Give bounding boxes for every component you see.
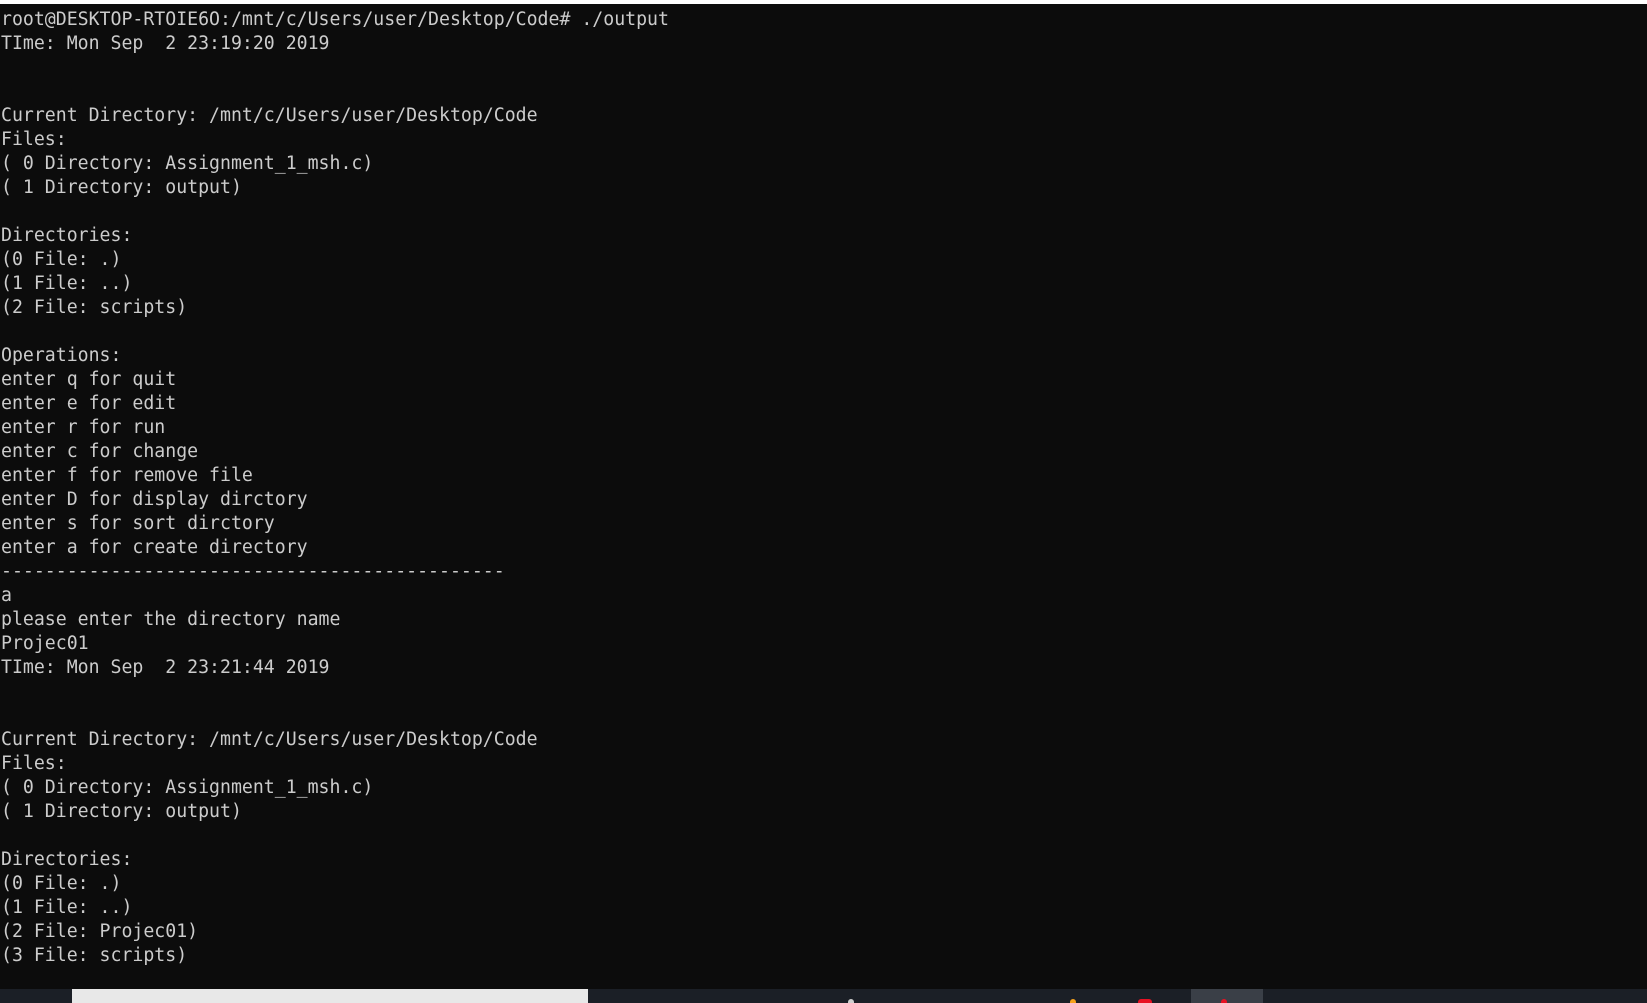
file-entry: ( 0 Directory: Assignment_1_msh.c) [1,777,374,798]
taskbar-app-icon[interactable] [848,999,854,1003]
user-input-line: a [1,585,12,606]
operation-item: enter D for display dirctory [1,489,308,510]
taskbar-app-icon [1221,999,1227,1003]
directories-heading: Directories: [1,225,133,246]
directory-entry: (0 File: .) [1,249,122,270]
directory-entry: (0 File: .) [1,873,122,894]
directory-entry: (1 File: ..) [1,273,133,294]
operation-item: enter q for quit [1,369,177,390]
files-heading: Files: [1,753,67,774]
operation-item: enter r for run [1,417,166,438]
operation-item: enter f for remove file [1,465,253,486]
files-heading: Files: [1,129,67,150]
directory-entry: (2 File: scripts) [1,297,188,318]
command-prompt-line: root@DESKTOP-RTOIE6O:/mnt/c/Users/user/D… [1,9,669,30]
taskbar [0,989,1647,1003]
current-directory-line: Current Directory: /mnt/c/Users/user/Des… [1,729,538,750]
taskbar-active-terminal-app[interactable] [1191,989,1263,1003]
file-entry: ( 1 Directory: output) [1,177,242,198]
console-output[interactable]: root@DESKTOP-RTOIE6O:/mnt/c/Users/user/D… [0,8,1647,968]
user-input-line: Projec01 [1,633,89,654]
directories-heading: Directories: [1,849,133,870]
operations-heading: Operations: [1,345,122,366]
timestamp-line: TIme: Mon Sep 2 23:19:20 2019 [1,33,330,54]
taskbar-app-icon[interactable] [1138,999,1152,1003]
taskbar-app-icon[interactable] [1070,999,1076,1003]
separator-line: ----------------------------------------… [1,561,505,582]
taskbar-search-box[interactable] [72,989,588,1003]
file-entry: ( 1 Directory: output) [1,801,242,822]
operation-item: enter c for change [1,441,199,462]
directory-entry: (3 File: scripts) [1,945,188,966]
operation-item: enter s for sort dirctory [1,513,275,534]
current-directory-line: Current Directory: /mnt/c/Users/user/Des… [1,105,538,126]
terminal-window[interactable]: root@DESKTOP-RTOIE6O:/mnt/c/Users/user/D… [0,4,1647,1003]
file-entry: ( 0 Directory: Assignment_1_msh.c) [1,153,374,174]
directory-entry: (2 File: Projec01) [1,921,199,942]
directory-entry: (1 File: ..) [1,897,133,918]
prompt-message: please enter the directory name [1,609,341,630]
operation-item: enter a for create directory [1,537,308,558]
timestamp-line: TIme: Mon Sep 2 23:21:44 2019 [1,657,330,678]
operation-item: enter e for edit [1,393,177,414]
